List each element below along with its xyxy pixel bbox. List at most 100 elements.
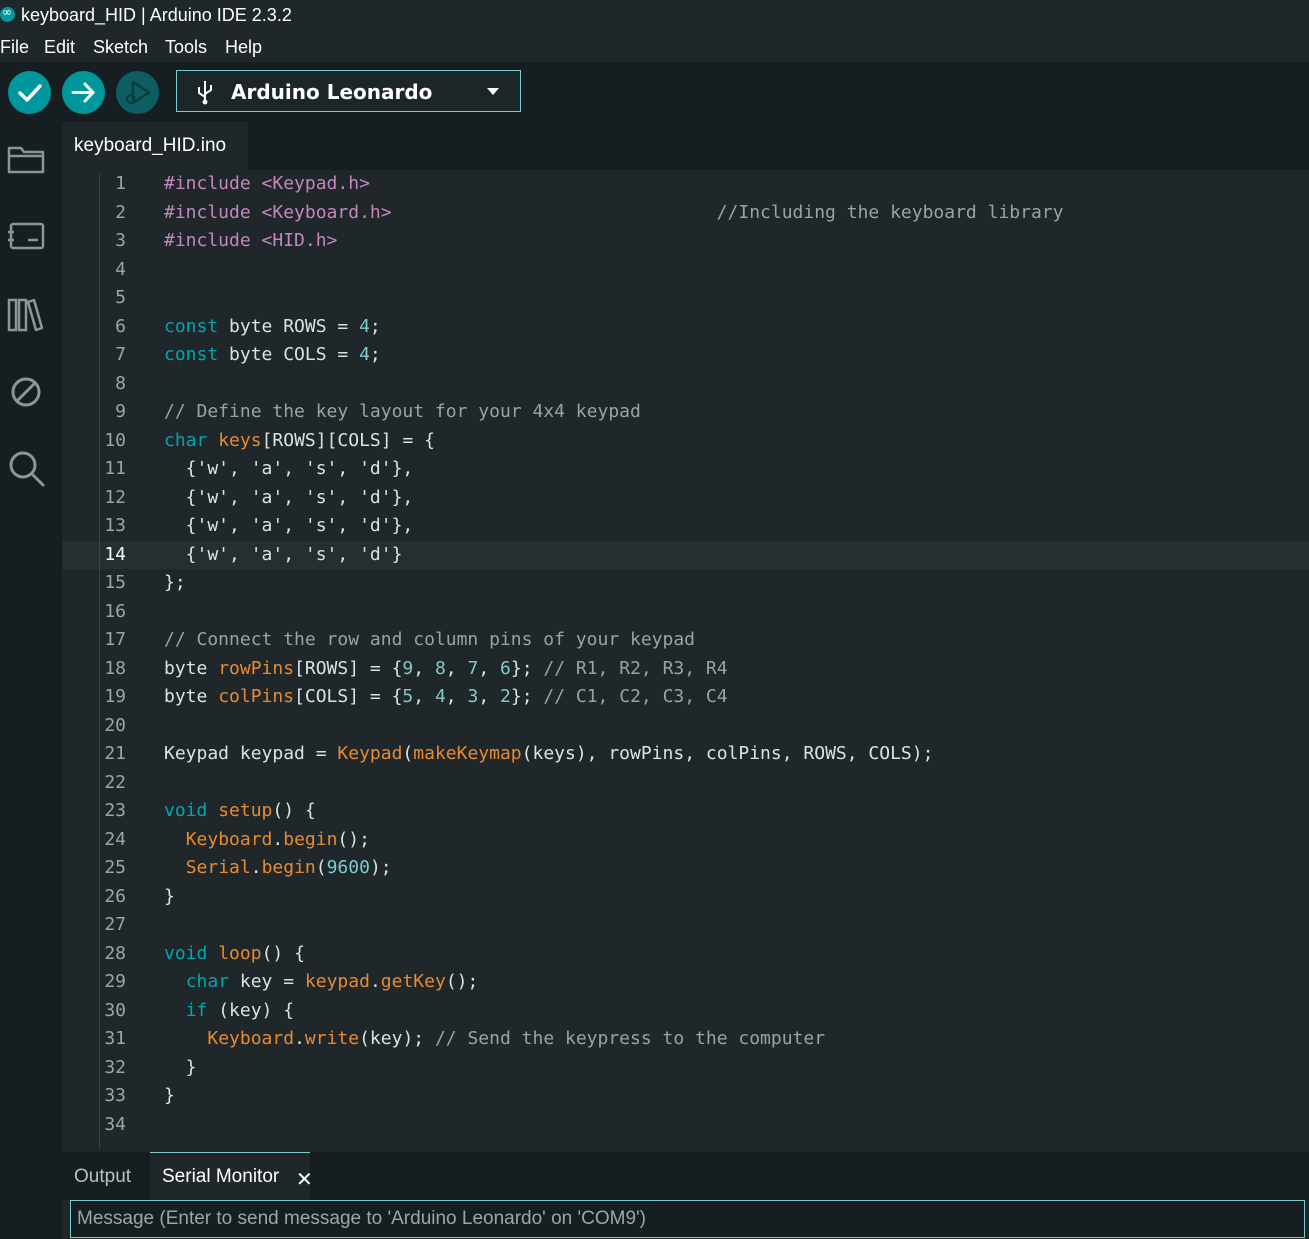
code-line[interactable]: 15}; <box>62 569 1309 598</box>
code-token: ( <box>402 743 414 764</box>
search-icon[interactable] <box>6 448 48 490</box>
code-text: Serial.begin(9600); <box>164 854 392 883</box>
code-token: begin <box>283 828 338 850</box>
code-token: (keys), rowPins, colPins, ROWS, COLS); <box>521 743 934 764</box>
checkmark-icon <box>18 84 42 102</box>
code-token: 9 <box>402 657 414 679</box>
code-line[interactable]: 13 {'w', 'a', 's', 'd'}, <box>62 512 1309 541</box>
code-text: void setup() { <box>164 797 316 826</box>
board-manager-icon[interactable] <box>6 218 46 254</box>
code-token: . <box>272 828 284 850</box>
code-line[interactable]: 4 <box>62 256 1309 285</box>
board-selector[interactable]: Arduino Leonardo <box>176 70 521 112</box>
code-line[interactable]: 25 Serial.begin(9600); <box>62 854 1309 883</box>
folder-icon[interactable] <box>6 140 46 176</box>
code-line[interactable]: 11 {'w', 'a', 's', 'd'}, <box>62 455 1309 484</box>
code-line[interactable]: 8 <box>62 370 1309 399</box>
menu-help[interactable]: Help <box>225 37 262 58</box>
code-line[interactable]: 23 void setup() { <box>62 797 1309 826</box>
line-number: 18 <box>104 657 126 679</box>
code-token: 4 <box>359 344 370 365</box>
verify-button[interactable] <box>8 71 51 114</box>
line-number: 15 <box>104 572 126 593</box>
code-line[interactable]: 10 char keys[ROWS][COLS] = { <box>62 427 1309 456</box>
code-line[interactable]: 21 Keypad keypad = Keypad(makeKeymap(keys… <box>62 740 1309 769</box>
code-line[interactable]: 5 <box>62 284 1309 313</box>
code-line[interactable]: 3 #include <HID.h> <box>62 227 1309 256</box>
chevron-down-icon <box>487 88 499 95</box>
serial-message-input[interactable] <box>70 1200 1305 1238</box>
code-text: byte rowPins[ROWS] = {9, 8, 7, 6}; // R1… <box>164 655 728 684</box>
code-line[interactable]: 6 const byte ROWS = 4; <box>62 313 1309 342</box>
code-line[interactable]: 30 if (key) { <box>62 997 1309 1026</box>
bottom-panel-tabs: Output Serial Monitor ✕ <box>62 1152 1309 1200</box>
menu-tools[interactable]: Tools <box>165 37 207 58</box>
code-token: Keypad keypad = <box>164 743 338 764</box>
code-line[interactable]: 7 const byte COLS = 4; <box>62 341 1309 370</box>
menu-file[interactable]: File <box>0 37 29 58</box>
line-number: 11 <box>104 458 126 479</box>
code-line[interactable]: 14 {'w', 'a', 's', 'd'} <box>62 540 1309 570</box>
tab-serial-monitor[interactable]: Serial Monitor ✕ <box>150 1152 313 1200</box>
close-icon[interactable]: ✕ <box>296 1167 313 1191</box>
line-number: 4 <box>115 258 126 280</box>
code-line[interactable]: 29 char key = keypad.getKey(); <box>62 968 1309 997</box>
code-editor[interactable]: 1 #include <Keypad.h> 2 #include <Keyboard.… <box>62 170 1309 1139</box>
debug-button[interactable] <box>116 71 159 114</box>
line-number: 17 <box>104 629 126 650</box>
line-number: 21 <box>104 743 126 764</box>
code-line[interactable]: 31 Keyboard.write(key); // Send the keyp… <box>62 1025 1309 1054</box>
code-token: void <box>164 942 208 964</box>
code-token: // Send the keypress to the computer <box>434 1028 826 1049</box>
code-line[interactable]: 26} <box>62 883 1309 912</box>
code-line[interactable]: 34 <box>62 1111 1309 1140</box>
code-line[interactable]: 9 // Define the key layout for your 4x4 k… <box>62 398 1309 427</box>
code-token: loop <box>218 942 262 964</box>
code-text: // Connect the row and column pins of yo… <box>164 626 695 655</box>
code-token: . <box>250 857 262 878</box>
tab-output[interactable]: Output <box>74 1166 131 1188</box>
code-text: } <box>164 1082 175 1111</box>
code-text: } <box>164 883 175 912</box>
code-token: 4 <box>434 686 446 707</box>
code-line[interactable]: 32 } <box>62 1054 1309 1083</box>
code-line[interactable]: 22 <box>62 769 1309 798</box>
file-tab[interactable]: keyboard_HID.ino <box>62 122 248 170</box>
code-token: getKey <box>380 971 446 992</box>
code-token: } <box>164 885 175 907</box>
menu-sketch[interactable]: Sketch <box>93 37 148 58</box>
upload-button[interactable] <box>62 71 105 114</box>
library-icon[interactable] <box>6 294 46 334</box>
code-line[interactable]: 12 {'w', 'a', 's', 'd'}, <box>62 484 1309 513</box>
indent-guide <box>99 174 100 1149</box>
code-token: #include <Keypad.h> <box>164 173 370 194</box>
code-token: } <box>164 1056 197 1078</box>
code-line[interactable]: 27 <box>62 911 1309 940</box>
code-text: {'w', 'a', 's', 'd'} <box>164 541 403 570</box>
code-line[interactable]: 28 void loop() { <box>62 940 1309 969</box>
code-token: , <box>478 657 501 679</box>
line-number: 6 <box>115 315 126 337</box>
code-line[interactable]: 20 <box>62 712 1309 741</box>
code-text: Keyboard.begin(); <box>164 826 370 855</box>
menu-edit[interactable]: Edit <box>44 37 75 58</box>
debug-icon[interactable] <box>6 372 46 412</box>
code-line[interactable]: 1 #include <Keypad.h> <box>62 170 1309 199</box>
line-number: 33 <box>104 1085 126 1106</box>
code-token: {'w', 'a', 's', 'd'}, <box>164 515 414 536</box>
line-number: 26 <box>104 885 126 907</box>
code-line[interactable]: 33} <box>62 1082 1309 1111</box>
code-token: ; <box>369 344 381 365</box>
code-token: begin <box>261 857 316 878</box>
code-line[interactable]: 18 byte rowPins[ROWS] = {9, 8, 7, 6}; // … <box>62 655 1309 684</box>
code-token: // R1, R2, R3, R4 <box>543 657 728 679</box>
line-number: 34 <box>104 1113 126 1135</box>
code-line[interactable]: 19 byte colPins[COLS] = {5, 4, 3, 2}; // … <box>62 683 1309 712</box>
code-token: const <box>164 315 219 337</box>
code-line[interactable]: 24 Keyboard.begin(); <box>62 826 1309 855</box>
code-line[interactable]: 16 <box>62 598 1309 627</box>
code-line[interactable]: 17 // Connect the row and column pins of … <box>62 626 1309 655</box>
code-token: 6 <box>500 657 511 679</box>
code-line[interactable]: 2 #include <Keyboard.h> //Including the k… <box>62 199 1309 228</box>
